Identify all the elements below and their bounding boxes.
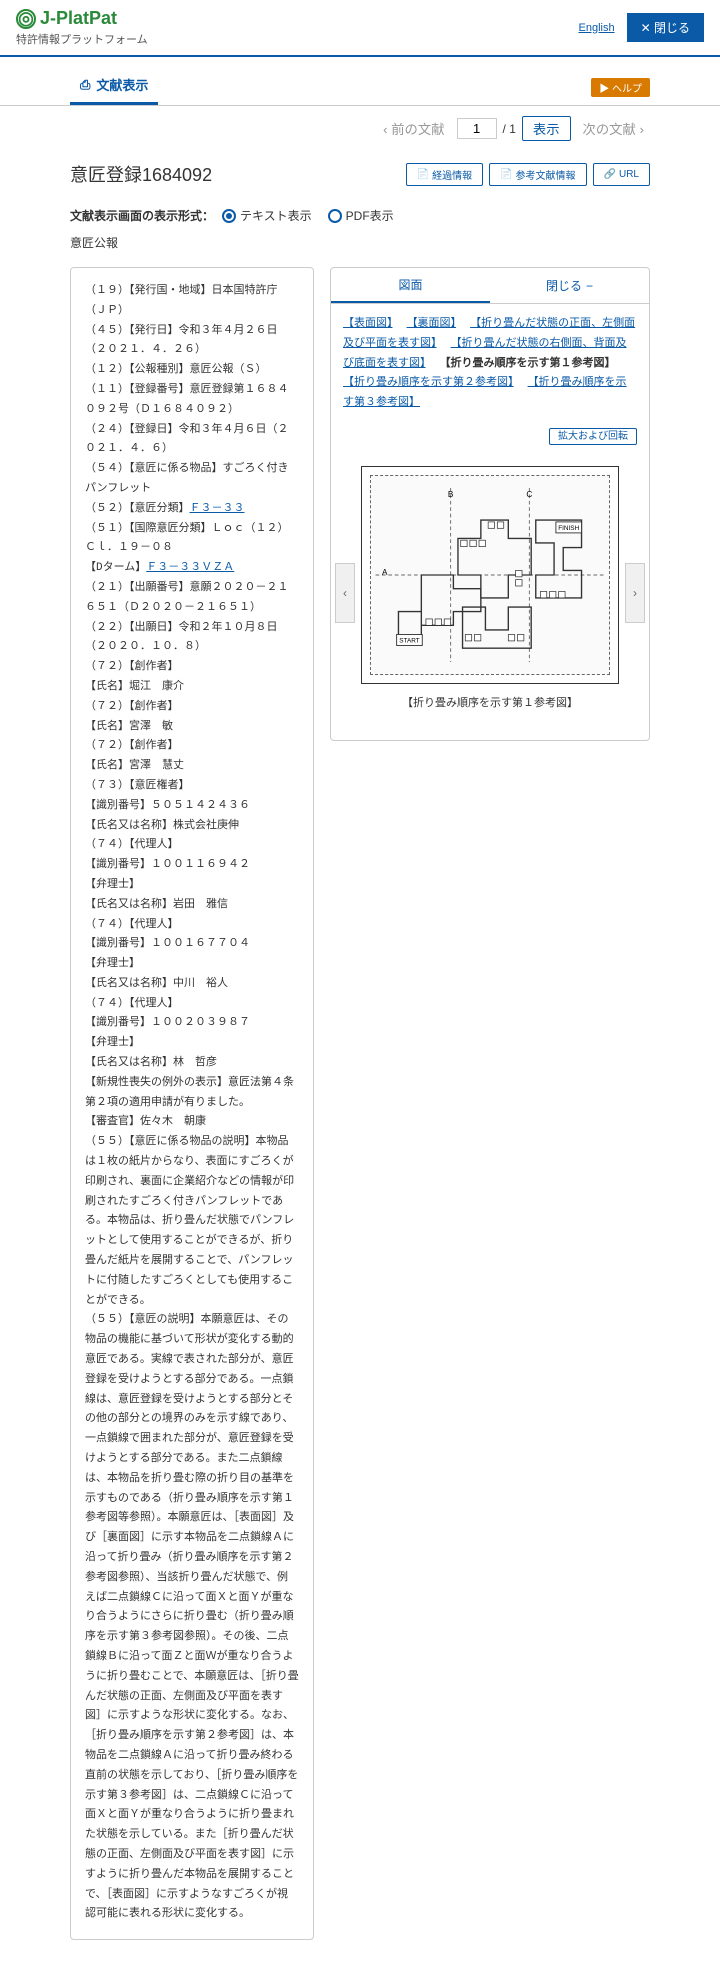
biblio-line: （７４）【代理人】 [85, 995, 299, 1015]
figure-tab[interactable]: 図面 [331, 268, 490, 303]
title-bar: 意匠登録1684092 📄 経過情報 📄 参考文献情報 🔗 URL [0, 151, 720, 197]
document-title: 意匠登録1684092 [70, 161, 212, 187]
biblio-line: 【識別番号】５０５１４２４３６ [85, 797, 299, 817]
biblio-line: 【弁理士】 [85, 955, 299, 975]
url-button[interactable]: 🔗 URL [593, 163, 650, 186]
logo-area: ◎ J-PlatPat 特許情報プラットフォーム [16, 8, 148, 47]
biblio-line: 【氏名又は名称】岩田 雅信 [85, 896, 299, 916]
biblio-line: （７２）【創作者】 [85, 737, 299, 757]
next-figure-button[interactable]: › [625, 563, 645, 623]
format-row: 文献表示画面の表示形式： テキスト表示 PDF表示 [0, 197, 720, 228]
close-button[interactable]: ✕ 閉じる [627, 13, 704, 42]
tab-bar: ⎙ 文献表示 ▶ ヘルプ [0, 57, 720, 106]
format-label: 文献表示画面の表示形式： [70, 207, 214, 224]
page-input[interactable] [457, 118, 497, 139]
prev-doc-button[interactable]: ‹ 前の文献 [377, 117, 450, 140]
tab-label: 文献表示 [96, 75, 148, 94]
biblio-line: （１２）【公報種別】意匠公報（Ｓ） [85, 361, 299, 381]
biblio-line: 【識別番号】１００１１６９４２ [85, 856, 299, 876]
biblio-line: （５５）【意匠に係る物品の説明】本物品は１枚の紙片からなり、表面にすごろくが印刷… [85, 1133, 299, 1311]
biblio-line: 【識別番号】１００１６７７０４ [85, 935, 299, 955]
biblio-line: （７４）【代理人】 [85, 916, 299, 936]
figure-links: 【表面図】 【裏面図】 【折り畳んだ状態の正面、左側面及び平面を表す図】 【折り… [331, 304, 649, 423]
biblio-line: （５１）【国際意匠分類】Ｌｏｃ（１２）Ｃｌ．１９－０８ [85, 520, 299, 560]
class-link[interactable]: Ｆ３－３３ [190, 503, 245, 515]
minus-icon: − [586, 279, 593, 293]
dterm-link[interactable]: Ｆ３－３３ＶＺＡ [146, 562, 234, 574]
biblio-line: （７３）【意匠権者】 [85, 777, 299, 797]
pdf-format-radio[interactable]: PDF表示 [328, 207, 394, 224]
zoom-rotate-button[interactable]: 拡大および回転 [549, 428, 637, 445]
prev-figure-button[interactable]: ‹ [335, 563, 355, 623]
biblio-line: （５５）【意匠の説明】本願意匠は、その物品の機能に基づいて形状が変化する動的意匠… [85, 1311, 299, 1925]
biblio-line: 【審査官】佐々木 朝康 [85, 1113, 299, 1133]
biblio-line: 【識別番号】１００２０３９８７ [85, 1014, 299, 1034]
close-panel-tab[interactable]: 閉じる − [490, 268, 649, 303]
biblio-line: 【弁理士】 [85, 1034, 299, 1054]
biblio-line: 【弁理士】 [85, 876, 299, 896]
header: ◎ J-PlatPat 特許情報プラットフォーム English ✕ 閉じる [0, 0, 720, 57]
logo-text: J-PlatPat [40, 8, 117, 29]
logo[interactable]: ◎ J-PlatPat [16, 8, 148, 29]
logo-subtitle: 特許情報プラットフォーム [16, 31, 148, 47]
pagination-bar: ‹ 前の文献 / 1 表示 次の文献 › [0, 106, 720, 151]
biblio-line: （２１）【出願番号】意願２０２０－２１６５１（Ｄ２０２０－２１６５１） [85, 579, 299, 619]
sugoroku-svg: B C A START FINISH [371, 476, 609, 674]
document-icon: ⎙ [80, 77, 90, 93]
page-total: / 1 [503, 122, 516, 136]
radio-checked-icon [222, 209, 236, 223]
reference-button[interactable]: 📄 参考文献情報 [489, 163, 586, 186]
biblio-line: （５２）【意匠分類】Ｆ３－３３ [85, 500, 299, 520]
radio-unchecked-icon [328, 209, 342, 223]
biblio-line: 【新規性喪失の例外の表示】意匠法第４条第２項の適用申請が有りました。 [85, 1074, 299, 1114]
biblio-line: 【氏名】宮澤 慧丈 [85, 757, 299, 777]
figure-link[interactable]: 【裏面図】 [407, 317, 457, 329]
biblio-line: （２４）【登録日】令和３年４月６日（２０２１．４．６） [85, 421, 299, 461]
biblio-line: （７２）【創作者】 [85, 658, 299, 678]
zoom-rotate-row: 拡大および回転 [331, 423, 649, 446]
figure-link[interactable]: 【表面図】 [343, 317, 393, 329]
english-link[interactable]: English [579, 22, 615, 34]
text-format-radio[interactable]: テキスト表示 [222, 207, 312, 224]
biblio-line: （２２）【出願日】令和２年１０月８日（２０２０．１０．８） [85, 619, 299, 659]
format-radio-group: テキスト表示 PDF表示 [222, 207, 394, 224]
biblio-line: 【氏名又は名称】株式会社庚伸 [85, 817, 299, 837]
biblio-line: （５４）【意匠に係る物品】すごろく付きパンフレット [85, 460, 299, 500]
svg-text:B: B [448, 490, 454, 499]
biblio-line: 【Dターム】Ｆ３－３３ＶＺＡ [85, 559, 299, 579]
text-panel: （１９）【発行国・地域】日本国特許庁（ＪＰ） （４５）【発行日】令和３年４月２６… [70, 267, 314, 1940]
biblio-line: （７４）【代理人】 [85, 836, 299, 856]
image-panel: 図面 閉じる − 【表面図】 【裏面図】 【折り畳んだ状態の正面、左側面及び平面… [330, 267, 650, 741]
biblio-line: （１９）【発行国・地域】日本国特許庁（ＪＰ） [85, 282, 299, 322]
biblio-line: （４５）【発行日】令和３年４月２６日（２０２１．４．２６） [85, 322, 299, 362]
figure-drawing: B C A START FINISH [370, 475, 610, 675]
svg-text:START: START [399, 638, 419, 645]
show-button[interactable]: 表示 [522, 116, 571, 141]
action-buttons: 📄 経過情報 📄 参考文献情報 🔗 URL [406, 163, 650, 186]
figure-display: ‹ › B C A [331, 446, 649, 740]
biblio-line: （１１）【登録番号】意匠登録第１６８４０９２号（Ｄ１６８４０９２） [85, 381, 299, 421]
gazette-label: 意匠公報 [0, 228, 720, 267]
figure-link-active[interactable]: 【折り畳み順序を示す第１参考図】 [440, 357, 611, 369]
figure-box: B C A START FINISH [361, 466, 619, 684]
biblio-line: 【氏名又は名称】林 哲彦 [85, 1054, 299, 1074]
figure-caption: 【折り畳み順序を示す第１参考図】 [361, 684, 619, 720]
help-button[interactable]: ▶ ヘルプ [591, 78, 650, 97]
svg-text:C: C [526, 490, 532, 499]
biblio-line: 【氏名】宮澤 敏 [85, 718, 299, 738]
history-button[interactable]: 📄 経過情報 [406, 163, 483, 186]
biblio-line: 【氏名】堀江 康介 [85, 678, 299, 698]
figure-link[interactable]: 【折り畳み順序を示す第２参考図】 [343, 376, 514, 388]
image-tabs: 図面 閉じる − [331, 268, 649, 304]
svg-text:FINISH: FINISH [558, 525, 579, 532]
biblio-line: 【氏名又は名称】中川 裕人 [85, 975, 299, 995]
next-doc-button[interactable]: 次の文献 › [577, 117, 650, 140]
tab-document-display[interactable]: ⎙ 文献表示 [70, 69, 158, 105]
main-area: （１９）【発行国・地域】日本国特許庁（ＪＰ） （４５）【発行日】令和３年４月２６… [0, 267, 720, 1980]
biblio-line: （７２）【創作者】 [85, 698, 299, 718]
logo-icon: ◎ [16, 9, 36, 29]
header-right: English ✕ 閉じる [579, 13, 704, 42]
svg-text:A: A [382, 568, 388, 577]
